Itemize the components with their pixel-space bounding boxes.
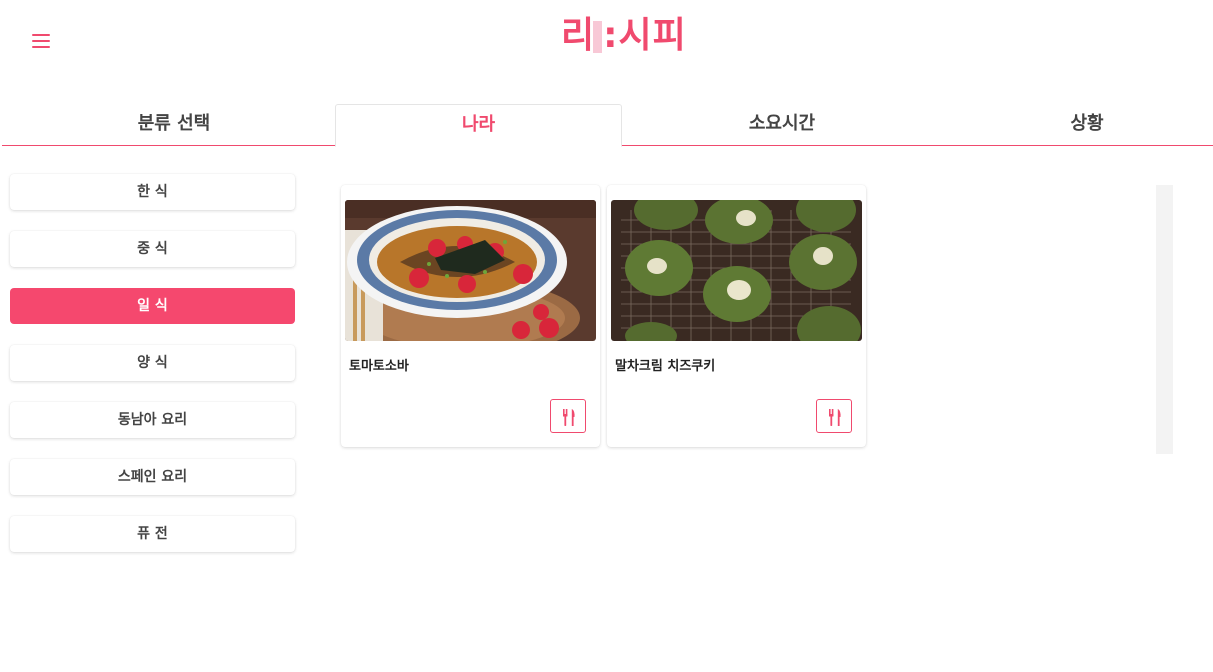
- utensils-icon: [829, 409, 841, 426]
- sidebar-item-southeast-asian[interactable]: 동남아 요리: [10, 402, 295, 438]
- tab-category[interactable]: 분류 선택: [4, 104, 344, 146]
- hamburger-icon: [32, 34, 50, 36]
- sidebar-item-chinese[interactable]: 중 식: [10, 231, 295, 267]
- sidebar-item-japanese[interactable]: 일 식: [10, 288, 295, 324]
- recipe-card[interactable]: 말차크림 치즈쿠키: [607, 185, 866, 447]
- recipe-card[interactable]: 토마토소바: [341, 185, 600, 447]
- sidebar-item-spanish[interactable]: 스페인 요리: [10, 459, 295, 495]
- recipe-image-matcha-cookie[interactable]: [611, 200, 862, 341]
- sidebar-item-korean[interactable]: 한 식: [10, 174, 295, 210]
- sidebar-item-fusion[interactable]: 퓨 전: [10, 516, 295, 552]
- logo-bar: [593, 21, 603, 53]
- logo[interactable]: 리:시피: [561, 14, 687, 58]
- logo-right: :시피: [603, 15, 687, 56]
- scrollbar[interactable]: [1156, 185, 1173, 454]
- tab-situation[interactable]: 상황: [942, 104, 1213, 146]
- recipe-view-button[interactable]: [550, 399, 586, 433]
- recipe-title[interactable]: 말차크림 치즈쿠키: [615, 355, 715, 374]
- recipe-view-button[interactable]: [816, 399, 852, 433]
- logo-left: 리: [561, 15, 596, 56]
- tab-country[interactable]: 나라: [335, 104, 622, 147]
- recipe-title[interactable]: 토마토소바: [349, 355, 409, 374]
- menu-button[interactable]: [32, 34, 52, 50]
- utensils-icon: [563, 409, 575, 426]
- category-tabs: 분류 선택 나라 소요시간 상황: [2, 104, 1213, 147]
- sidebar-item-western[interactable]: 양 식: [10, 345, 295, 381]
- recipe-image-tomato-soba[interactable]: [345, 200, 596, 341]
- tab-cooking-time[interactable]: 소요시간: [622, 104, 942, 146]
- country-sidebar: 한 식 중 식 일 식 양 식 동남아 요리 스페인 요리 퓨 전: [10, 174, 295, 573]
